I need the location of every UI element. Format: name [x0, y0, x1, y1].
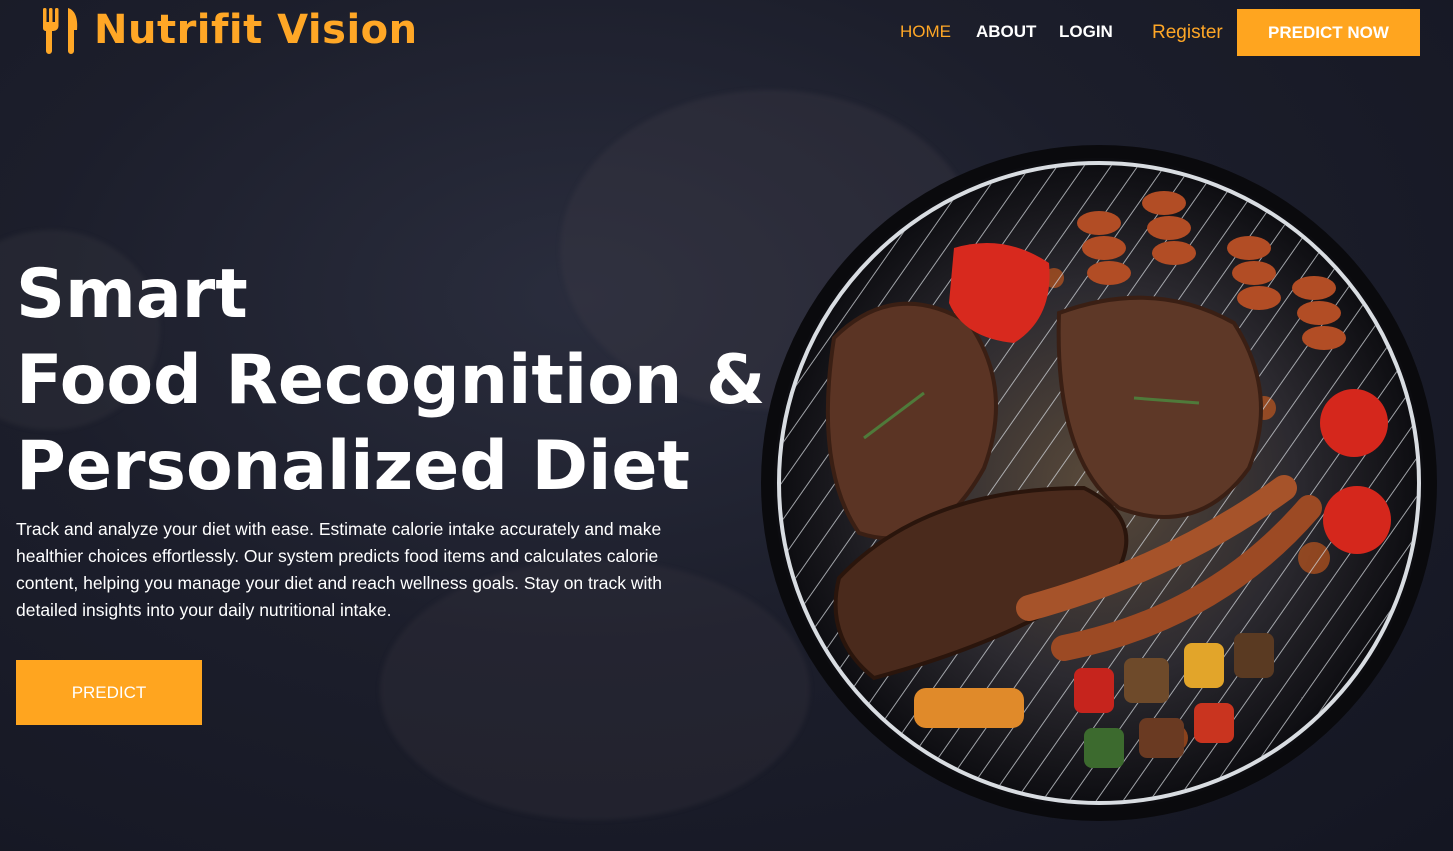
hero-title-line: Smart: [16, 255, 248, 334]
hero-title-line: Food Recognition &: [16, 341, 766, 420]
top-navbar: Nutrifit Vision HOME ABOUT LOGIN Registe…: [0, 0, 1453, 70]
hero-description: Track and analyze your diet with ease. E…: [16, 519, 662, 620]
predict-button[interactable]: PREDICT: [16, 660, 202, 725]
nav-register-link[interactable]: Register: [1152, 22, 1223, 44]
hero-title-line: Personalized Diet: [16, 427, 691, 506]
nav-about-link[interactable]: ABOUT: [976, 22, 1036, 42]
predict-now-button[interactable]: PREDICT NOW: [1237, 9, 1420, 56]
nav-login-link[interactable]: LOGIN: [1059, 22, 1113, 42]
grill-with-meats-image: [761, 145, 1437, 821]
fork-knife-icon: [42, 8, 78, 54]
hero-title: Smart Food Recognition & Personalized Di…: [16, 252, 765, 510]
brand-logo[interactable]: Nutrifit Vision: [42, 6, 418, 54]
nav-home-link[interactable]: HOME: [900, 22, 951, 42]
brand-name: Nutrifit Vision: [94, 7, 418, 53]
